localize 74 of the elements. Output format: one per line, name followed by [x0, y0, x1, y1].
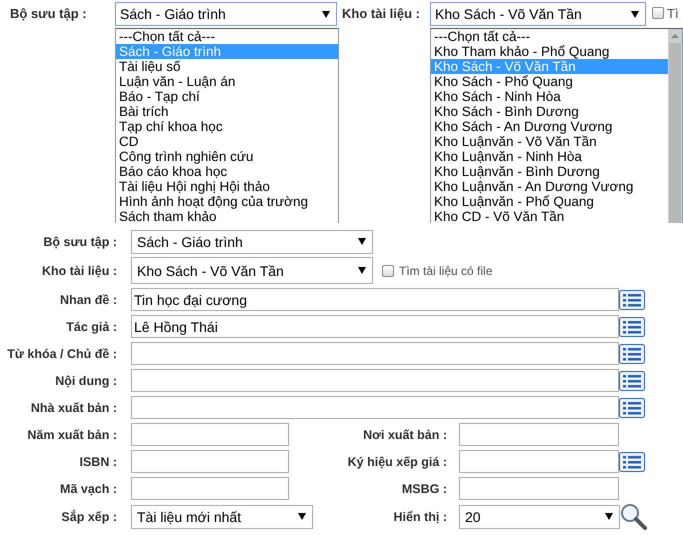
- text-field[interactable]: [131, 477, 289, 500]
- list-icon: [619, 344, 645, 364]
- field-label: Nhà xuất bản :: [30, 400, 118, 414]
- dropdown-option[interactable]: Kho Sách - Ninh Hòa: [431, 89, 668, 104]
- dropdown-option[interactable]: Kho Sách - Bình Dương: [431, 104, 668, 119]
- select-dropdown[interactable]: Kho Sách - Võ Văn Tần: [131, 257, 373, 284]
- field-label: Bộ sưu tập :: [9, 5, 88, 23]
- select-dropdown[interactable]: Tài liệu mới nhất: [131, 504, 313, 528]
- checkbox-label: Tìm tài liệu có file: [399, 264, 492, 278]
- text-field[interactable]: [459, 477, 619, 500]
- field-label: Kho tài liệu :: [342, 5, 421, 23]
- text-field[interactable]: [131, 396, 619, 419]
- field-label: Nội dung :: [54, 374, 118, 388]
- list-icon: [619, 316, 645, 336]
- dropdown-option[interactable]: Kho Luậnvăn - Bình Dương: [431, 164, 668, 179]
- dropdown-option[interactable]: Kho Luậnvăn - Ninh Hòa: [431, 149, 668, 164]
- dropdown-option[interactable]: CD: [116, 134, 338, 149]
- search-icon: [620, 503, 647, 530]
- field-label: Mã vạch :: [59, 482, 118, 496]
- field-label: Kho tài liệu :: [41, 264, 118, 278]
- dropdown-option[interactable]: Tài liệu Hội nghị Hội thảo: [116, 179, 338, 194]
- text-field[interactable]: [459, 423, 619, 446]
- list-icon: [619, 370, 645, 390]
- dropdown-option[interactable]: Kho Sách - Phổ Quang: [431, 74, 668, 89]
- caret-icon: [605, 513, 613, 520]
- dropdown-option[interactable]: Kho Luậnvăn - Phổ Quang: [431, 194, 668, 209]
- text-field[interactable]: Tin học đại cương: [131, 288, 619, 311]
- text-field[interactable]: [459, 450, 619, 473]
- dropdown-option[interactable]: Kho Tham khảo - Phổ Quang: [431, 44, 668, 59]
- dropdown-option[interactable]: Báo - Tạp chí: [116, 89, 338, 104]
- field-label: Năm xuất bản :: [26, 428, 118, 442]
- field-label: Sắp xếp :: [60, 510, 118, 524]
- dropdown-option[interactable]: Luận văn - Luận án: [116, 74, 338, 89]
- select-dropdown[interactable]: Kho Sách - Võ Văn Tần: [430, 2, 646, 26]
- list-icon: [619, 290, 645, 310]
- caret-icon: [631, 10, 639, 18]
- caret-icon: [358, 267, 366, 274]
- field-label: MSBG :: [400, 482, 448, 496]
- dropdown-option[interactable]: Báo cáo khoa học: [116, 164, 338, 179]
- select-dropdown[interactable]: Sách - Giáo trình: [131, 230, 373, 254]
- text-field[interactable]: [131, 342, 619, 365]
- field-label: Tác giả :: [65, 320, 118, 334]
- caret-icon: [322, 10, 330, 18]
- field-label: Bộ sưu tập :: [42, 234, 118, 248]
- field-label: Nơi xuất bản :: [362, 428, 448, 442]
- select-dropdown[interactable]: 20: [459, 504, 620, 528]
- checkbox[interactable]: [652, 7, 664, 19]
- select-dropdown[interactable]: Sách - Giáo trình: [115, 2, 337, 26]
- dropdown-option[interactable]: Bài trích: [116, 104, 338, 119]
- caret-icon: [298, 513, 306, 520]
- field-label: Từ khóa / Chủ đề :: [6, 346, 118, 360]
- dropdown-option[interactable]: Tài liệu số: [116, 59, 338, 74]
- dropdown-option[interactable]: Sách tham khảo: [116, 209, 338, 223]
- checkbox[interactable]: [382, 264, 394, 276]
- dropdown-option[interactable]: Hình ảnh hoạt động của trường: [116, 194, 338, 209]
- field-label: Nhan đề :: [59, 292, 118, 306]
- caret-icon: [358, 238, 366, 245]
- list-icon: [619, 398, 645, 418]
- field-label: ISBN :: [78, 454, 118, 468]
- field-label: Hiển thị :: [392, 510, 448, 524]
- dropdown-option[interactable]: Kho Sách - An Dương Vương: [431, 119, 668, 134]
- dropdown-option[interactable]: ---Chọn tất cả---: [116, 29, 338, 44]
- dropdown-option[interactable]: Công trình nghiên cứu: [116, 149, 338, 164]
- dropdown-option[interactable]: Kho Luậnvăn - An Dương Vương: [431, 179, 668, 194]
- field-label: Ký hiệu xếp giá :: [346, 454, 448, 468]
- dropdown-option[interactable]: Tạp chí khoa học: [116, 119, 338, 134]
- dropdown-option[interactable]: ---Chọn tất cả---: [431, 29, 668, 44]
- text-field[interactable]: Lê Hồng Thái: [131, 315, 619, 338]
- text-field[interactable]: [131, 423, 289, 446]
- dropdown-option[interactable]: Kho CD - Võ Văn Tần: [431, 209, 668, 223]
- dropdown-option[interactable]: Kho Luậnvăn - Võ Văn Tần: [431, 134, 668, 149]
- text-field[interactable]: [131, 369, 619, 392]
- checkbox-label: Tì: [667, 6, 679, 20]
- text-field[interactable]: [131, 450, 289, 473]
